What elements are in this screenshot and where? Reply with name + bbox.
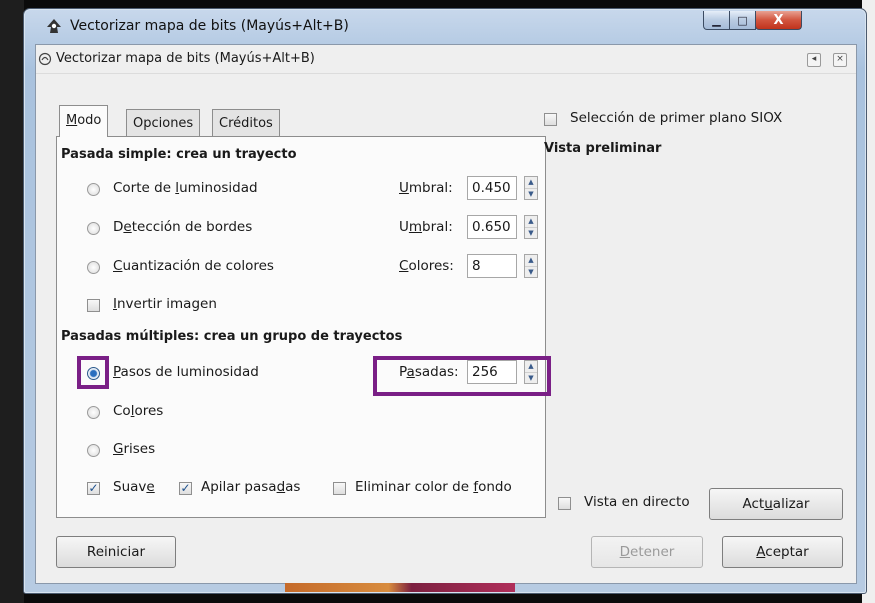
minimize-button[interactable]: ▁ (703, 11, 730, 30)
colors-count-stepper[interactable]: ▲ ▼ (524, 254, 538, 278)
threshold-1-stepper[interactable]: ▲ ▼ (524, 176, 538, 200)
single-scan-heading: Pasada simple: crea un trayecto (61, 147, 297, 162)
dock-header: Vectorizar mapa de bits (Mayús+Alt+B) ◂ … (36, 45, 856, 74)
label-invert-image: Invertir imagen (113, 296, 217, 312)
threshold-2-stepper[interactable]: ▲ ▼ (524, 215, 538, 239)
threshold-2-input[interactable]: 0.650 (467, 215, 517, 239)
reset-button[interactable]: Reiniciar (56, 536, 176, 568)
label-threshold-2: Umbral: (399, 219, 453, 235)
dock-close-button[interactable]: × (833, 53, 847, 67)
spin-down-icon[interactable]: ▼ (525, 189, 537, 200)
spin-down-icon[interactable]: ▼ (525, 228, 537, 239)
passes-input[interactable]: 256 (467, 360, 517, 384)
ok-button[interactable]: Aceptar (722, 536, 843, 568)
window-title: Vectorizar mapa de bits (Mayús+Alt+B) (70, 18, 349, 34)
inkscape-icon (47, 19, 61, 33)
preview-heading: Vista preliminar (544, 141, 662, 156)
spin-up-icon[interactable]: ▲ (525, 177, 537, 189)
label-siox: Selección de primer plano SIOX (570, 110, 783, 126)
spin-up-icon[interactable]: ▲ (525, 255, 537, 267)
dock-title: Vectorizar mapa de bits (Mayús+Alt+B) (56, 51, 315, 66)
radio-color-quantization[interactable] (87, 261, 100, 274)
tab-modo-mnemonic: M (66, 113, 78, 128)
multi-scan-heading: Pasadas múltiples: crea un grupo de tray… (61, 329, 403, 344)
dialog-client-area: Vectorizar mapa de bits (Mayús+Alt+B) ◂ … (35, 44, 857, 584)
spin-down-icon[interactable]: ▼ (525, 373, 537, 384)
background-app-left-edge (0, 0, 24, 603)
tab-modo[interactable]: Modo (59, 105, 109, 137)
radio-edge-detection[interactable] (87, 222, 100, 235)
label-threshold-1: Umbral: (399, 180, 453, 196)
spin-up-icon[interactable]: ▲ (525, 361, 537, 373)
background-artwork-strip (285, 583, 515, 592)
label-edge-detection: Detección de bordes (113, 219, 253, 235)
radio-grays[interactable] (87, 444, 100, 457)
label-live-preview: Vista en directo (584, 494, 690, 510)
label-passes: Pasadas: (399, 364, 459, 380)
spin-down-icon[interactable]: ▼ (525, 267, 537, 278)
label-grays: Grises (113, 441, 156, 457)
mode-panel: Pasada simple: crea un trayecto Corte de… (56, 136, 551, 518)
stop-button[interactable]: Detener (591, 536, 703, 568)
label-brightness-steps: Pasos de luminosidad (113, 364, 259, 380)
checkbox-invert-image[interactable] (87, 299, 100, 312)
passes-stepper[interactable]: ▲ ▼ (524, 360, 538, 384)
tab-modo-label: odo (77, 113, 102, 128)
threshold-1-input[interactable]: 0.450 (467, 176, 517, 200)
preview-area (544, 163, 850, 485)
label-smooth: Suave (113, 479, 155, 495)
trace-bitmap-window: Vectorizar mapa de bits (Mayús+Alt+B) ▁ … (23, 8, 867, 594)
radio-brightness-steps[interactable] (87, 367, 100, 380)
label-colors-count: Colores: (399, 258, 454, 274)
close-window-button[interactable]: X (755, 11, 802, 30)
update-button[interactable]: Actualizar (709, 488, 843, 520)
checkbox-siox[interactable] (544, 113, 557, 126)
radio-brightness-cutoff[interactable] (87, 183, 100, 196)
checkbox-remove-background[interactable] (333, 482, 346, 495)
colors-count-input[interactable]: 8 (467, 254, 517, 278)
tab-opciones[interactable]: Opciones (126, 109, 201, 137)
tab-creditos[interactable]: Créditos (212, 109, 280, 137)
checkbox-live-preview[interactable] (558, 497, 571, 510)
label-stack-scans: Apilar pasadas (201, 479, 301, 495)
label-brightness-cutoff: Corte de luminosidad (113, 180, 258, 196)
label-color-quantization: Cuantización de colores (113, 258, 274, 274)
checkbox-smooth[interactable]: ✓ (87, 482, 100, 495)
dock-back-button[interactable]: ◂ (807, 53, 821, 67)
label-colors: Colores (113, 403, 164, 419)
radio-colors[interactable] (87, 406, 100, 419)
label-remove-background: Eliminar color de fondo (355, 479, 512, 495)
trace-bitmap-icon (38, 52, 52, 66)
spin-up-icon[interactable]: ▲ (525, 216, 537, 228)
checkbox-stack-scans[interactable]: ✓ (179, 482, 192, 495)
maximize-button[interactable]: □ (729, 11, 756, 30)
